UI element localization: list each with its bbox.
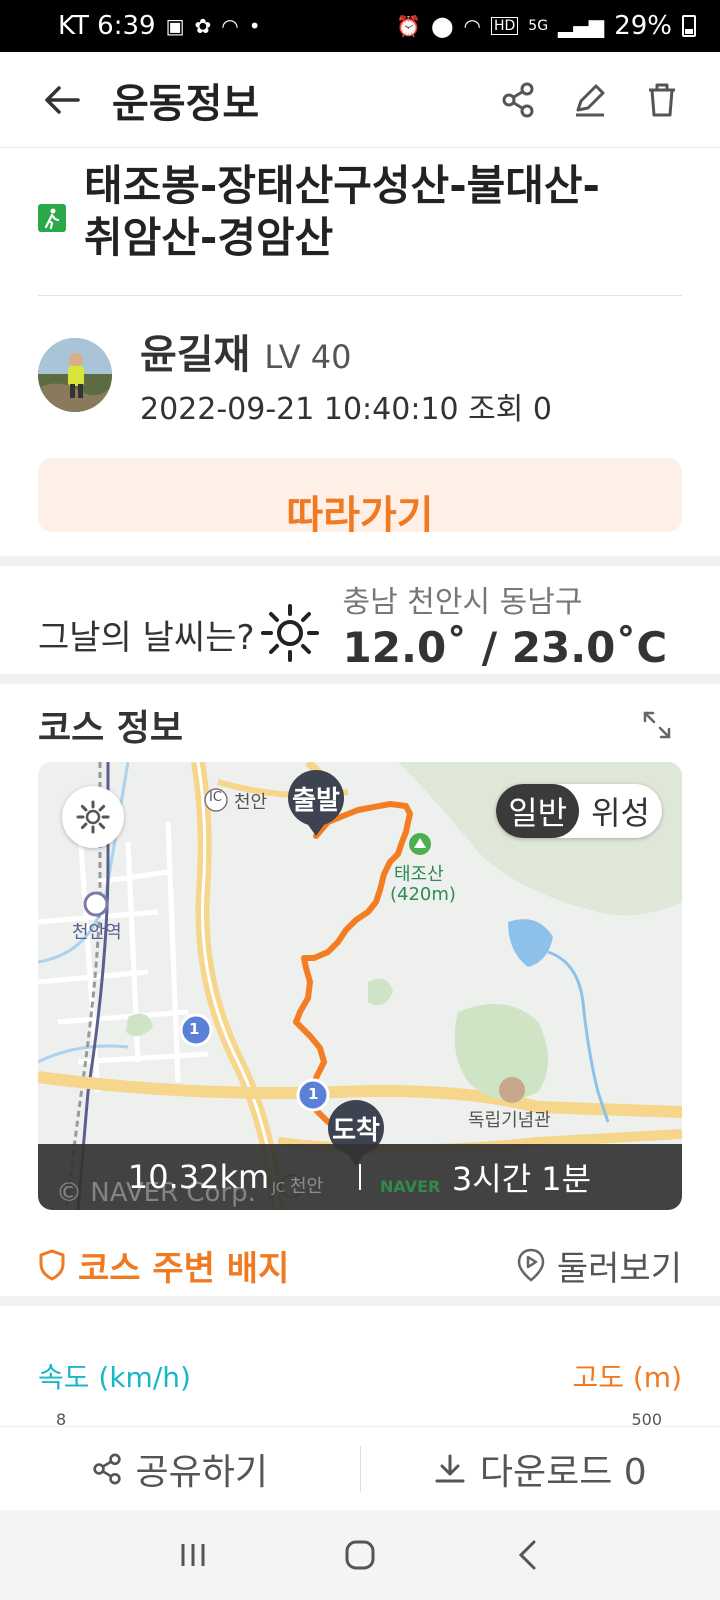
sun-icon — [259, 602, 321, 664]
map-label-taejosan: 태조산 — [394, 864, 444, 885]
recent-apps-icon[interactable] — [173, 1535, 213, 1575]
avatar[interactable] — [38, 338, 112, 412]
speed-axis-label: 속도 (km/h) — [38, 1361, 191, 1394]
map-type-normal[interactable]: 일반 — [496, 784, 580, 838]
course-title: 코스 정보 — [38, 708, 184, 749]
author-name: 윤길재 — [140, 332, 251, 378]
follow-button[interactable]: 따라가기 — [38, 458, 682, 532]
start-marker[interactable]: 출발 — [288, 770, 344, 836]
badge-row: 코스 주변 배지 둘러보기 — [38, 1238, 682, 1292]
altitude-axis-label: 고도 (m) — [572, 1361, 682, 1394]
map-copyright: © NAVER Corp. — [56, 1178, 256, 1208]
status-bar: KT 6:39 ▣ ✿ ◠ • ⏰ ⬤ ◠ HD 5G ▂▄▆ 29% — [0, 0, 720, 52]
map-label-taejosan-height: (420m) — [390, 884, 456, 905]
wifi-icon: ◠ — [463, 14, 481, 38]
map-settings-button[interactable] — [62, 786, 124, 848]
battery-icon — [682, 15, 696, 37]
gallery-icon: ▣ — [165, 14, 185, 38]
back-arrow-icon[interactable] — [42, 80, 82, 120]
5g-icon: 5G — [528, 18, 549, 34]
map-type-satellite[interactable]: 위성 — [579, 784, 662, 838]
map-label-independence-hall: 독립기념관 — [468, 1110, 551, 1131]
weather-row: 그날의 날씨는? 충남 천안시 동남구 12.0˚ / 23.0˚C — [38, 576, 682, 672]
nearby-badges-button[interactable]: 코스 주변 배지 — [38, 1241, 289, 1290]
alarm-icon: ⏰ — [396, 14, 422, 38]
home-icon[interactable] — [340, 1535, 380, 1575]
author-block: 윤길재 LV 40 2022-09-21 10:40:10 조회 0 — [38, 330, 682, 427]
wifi-icon: ◠ — [221, 14, 239, 38]
share-icon[interactable] — [500, 82, 536, 118]
map-type-toggle[interactable]: 일반 위성 — [496, 784, 662, 838]
download-label: 다운로드 0 — [479, 1451, 647, 1493]
map-summary-bar: 10.32km 3시간 1분 © NAVER Corp. JC 천안 NAVER — [38, 1144, 682, 1210]
look-around-button[interactable]: 둘러보기 — [517, 1241, 682, 1290]
hiking-icon — [38, 204, 66, 232]
map-label-cheonan-station: 천안역 — [72, 922, 122, 943]
course-header: 코스 정보 — [38, 700, 682, 750]
app-bar: 운동정보 — [0, 52, 720, 148]
expand-icon[interactable] — [642, 710, 672, 740]
shield-icon — [39, 1249, 65, 1281]
naver-logo: NAVER — [380, 1177, 441, 1196]
gear-icon — [76, 800, 110, 834]
post-meta: 2022-09-21 10:40:10 조회 0 — [140, 392, 552, 427]
weather-temperature: 12.0˚ / 23.0˚C — [342, 622, 668, 672]
course-map[interactable]: IC 천안 천안역 태조산 (420m) 독립기념관 1 1 일반 위성 출발 … — [38, 762, 682, 1210]
page-title: 운동정보 — [112, 80, 260, 127]
author-level: LV 40 — [264, 338, 352, 376]
bottom-action-bar: 공유하기 다운로드 0 — [0, 1426, 720, 1510]
download-button[interactable]: 다운로드 0 — [361, 1443, 720, 1495]
section-divider — [0, 674, 720, 684]
location-icon: ⬤ — [431, 14, 454, 38]
graph-header: 속도 (km/h) 고도 (m) — [38, 1356, 682, 1396]
route-title-block: 태조봉-장태산구성산-불대산- 취암산-경암산 — [38, 160, 682, 296]
signal-icon: ▂▄▆ — [558, 14, 605, 38]
dot-icon: • — [248, 14, 261, 38]
share-icon: ✿ — [194, 14, 212, 38]
section-divider — [0, 556, 720, 566]
system-nav-bar — [0, 1510, 720, 1600]
weather-location: 충남 천안시 동남구 — [342, 584, 583, 620]
map-ic-badge: IC — [209, 790, 222, 805]
share-button[interactable]: 공유하기 — [0, 1443, 360, 1495]
map-label-cheonan-jc: 천안 — [290, 1176, 324, 1197]
hd-icon: HD — [490, 17, 519, 35]
location-play-icon — [517, 1248, 545, 1282]
battery-percent: 29% — [614, 11, 672, 41]
trash-icon[interactable] — [644, 82, 680, 118]
edit-icon[interactable] — [572, 82, 608, 118]
section-divider — [0, 1296, 720, 1306]
share-icon — [92, 1453, 121, 1484]
route-name: 태조봉-장태산구성산-불대산- 취암산-경암산 — [84, 161, 600, 262]
map-jc-badge: JC — [272, 1181, 285, 1196]
look-around-label: 둘러보기 — [556, 1248, 682, 1289]
weather-label: 그날의 날씨는? — [38, 617, 255, 658]
carrier-time: KT 6:39 — [58, 11, 156, 41]
map-label-cheonan-ic: 천안 — [234, 792, 268, 813]
map-route-1-badge: 1 — [308, 1085, 319, 1103]
back-icon[interactable] — [507, 1535, 547, 1575]
map-route-1-badge: 1 — [189, 1020, 200, 1038]
download-icon — [435, 1454, 465, 1482]
share-label: 공유하기 — [135, 1451, 268, 1493]
nearby-badges-label: 코스 주변 배지 — [78, 1248, 290, 1289]
